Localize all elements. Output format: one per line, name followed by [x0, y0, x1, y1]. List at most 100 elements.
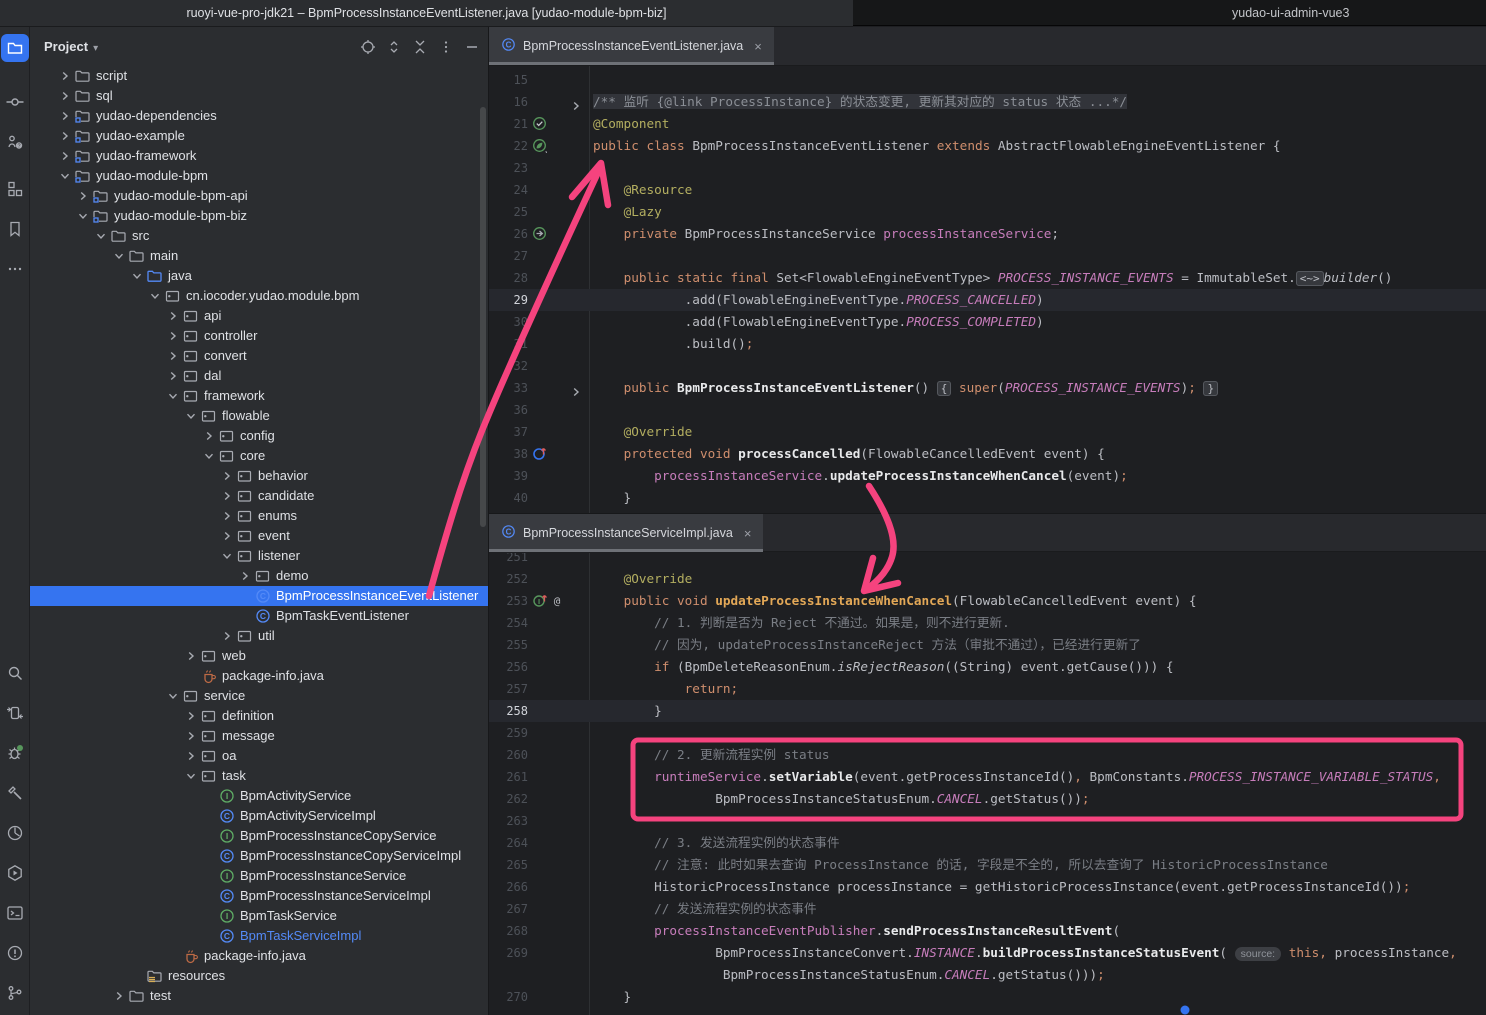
code-line-23[interactable]: 23 — [489, 157, 1486, 179]
code-line-259[interactable]: 259 — [489, 722, 1486, 744]
tree-item-bpmactivityserviceimpl[interactable]: CBpmActivityServiceImpl — [30, 806, 488, 826]
chevron-down-icon[interactable] — [110, 251, 128, 261]
chevron-right-icon[interactable] — [74, 191, 92, 201]
gutter-impl-at-icon[interactable]: I@ — [532, 593, 566, 608]
tree-item-bpmactivityservice[interactable]: IBpmActivityService — [30, 786, 488, 806]
gutter-ovr-icon[interactable] — [532, 446, 547, 461]
gutter-sp-bean-icon[interactable] — [532, 138, 547, 153]
chevron-down-icon[interactable] — [182, 411, 200, 421]
tree-item-service[interactable]: service — [30, 686, 488, 706]
chevron-right-icon[interactable] — [218, 511, 236, 521]
tree-item-yudao-module-bpm-biz[interactable]: yudao-module-bpm-biz — [30, 206, 488, 226]
chevron-right-icon[interactable] — [56, 91, 74, 101]
chevron-right-icon[interactable] — [236, 571, 254, 581]
tree-item-bpmtaskeventlistener[interactable]: CBpmTaskEventListener — [30, 606, 488, 626]
tree-item-yudao-module-bpm-api[interactable]: yudao-module-bpm-api — [30, 186, 488, 206]
tree-item-oa[interactable]: oa — [30, 746, 488, 766]
tree-item-api[interactable]: api — [30, 306, 488, 326]
code-line-263[interactable]: 263 — [489, 810, 1486, 832]
code-line-29[interactable]: 29 .add(FlowableEngineEventType.PROCESS_… — [489, 289, 1486, 311]
chevron-right-icon[interactable] — [164, 331, 182, 341]
more-tools-icon[interactable] — [1, 255, 29, 283]
bottom-editor[interactable]: 251252 @Override253I@ public void update… — [489, 553, 1486, 1015]
chevron-right-icon[interactable] — [218, 531, 236, 541]
chevron-right-icon[interactable] — [56, 131, 74, 141]
locate-file-icon[interactable] — [360, 39, 376, 55]
tree-item-util[interactable]: util — [30, 626, 488, 646]
code-line-255[interactable]: 255 // 因为, updateProcessInstanceReject 方… — [489, 634, 1486, 656]
code-line-36[interactable]: 36 — [489, 399, 1486, 421]
tree-item-script[interactable]: script — [30, 66, 488, 86]
code-line-260[interactable]: 260 // 2. 更新流程实例 status — [489, 744, 1486, 766]
tree-item-bpmprocessinstanceserviceimpl[interactable]: CBpmProcessInstanceServiceImpl — [30, 886, 488, 906]
commit-icon[interactable] — [1, 88, 29, 116]
code-line-16[interactable]: 16/** 监听 {@link ProcessInstance} 的状态变更, … — [489, 91, 1486, 113]
tree-item-dal[interactable]: dal — [30, 366, 488, 386]
tree-item-cn-iocoder-yudao-module-bpm[interactable]: cn.iocoder.yudao.module.bpm — [30, 286, 488, 306]
tree-item-bpmtaskserviceimpl[interactable]: CBpmTaskServiceImpl — [30, 926, 488, 946]
tree-item-bpmprocessinstancecopyservice[interactable]: IBpmProcessInstanceCopyService — [30, 826, 488, 846]
chevron-right-icon[interactable] — [164, 371, 182, 381]
code-line-270[interactable]: 270 } — [489, 986, 1486, 1008]
tab-bpmprocessinstanceeventlistener[interactable]: C BpmProcessInstanceEventListener.java × — [489, 27, 774, 65]
chevron-right-icon[interactable] — [218, 491, 236, 501]
window-titlebar[interactable]: ruoyi-vue-pro-jdk21 – BpmProcessInstance… — [0, 0, 853, 27]
gutter-sp-check-icon[interactable] — [532, 116, 547, 131]
chevron-right-icon[interactable] — [164, 351, 182, 361]
close-icon[interactable]: × — [754, 39, 762, 54]
chevron-right-icon[interactable] — [110, 991, 128, 1001]
close-icon[interactable]: × — [744, 526, 752, 541]
chevron-down-icon[interactable] — [200, 451, 218, 461]
background-window-titlebar[interactable]: yudao-ui-admin-vue3 — [853, 0, 1486, 26]
code-line-22[interactable]: 22public class BpmProcessInstanceEventLi… — [489, 135, 1486, 157]
code-line-32[interactable]: 32 — [489, 355, 1486, 377]
run-icon[interactable] — [1, 699, 29, 727]
tree-item-demo[interactable]: demo — [30, 566, 488, 586]
code-line-251[interactable]: 251 — [489, 553, 1486, 568]
collapse-all-icon[interactable] — [412, 39, 428, 55]
code-line-262[interactable]: 262 BpmProcessInstanceStatusEnum.CANCEL.… — [489, 788, 1486, 810]
tree-item-yudao-framework[interactable]: yudao-framework — [30, 146, 488, 166]
chevron-right-icon[interactable] — [218, 471, 236, 481]
chevron-right-icon[interactable] — [56, 151, 74, 161]
code-line-256[interactable]: 256 if (BpmDeleteReasonEnum.isRejectReas… — [489, 656, 1486, 678]
tree-item-resources[interactable]: resources — [30, 966, 488, 986]
tree-item-enums[interactable]: enums — [30, 506, 488, 526]
version-control-icon[interactable] — [1, 979, 29, 1007]
problems-icon[interactable] — [1, 939, 29, 967]
tree-item-listener[interactable]: listener — [30, 546, 488, 566]
tree-item-flowable[interactable]: flowable — [30, 406, 488, 426]
tree-item-java[interactable]: java — [30, 266, 488, 286]
code-line-258[interactable]: 258 } — [489, 700, 1486, 722]
code-line-21[interactable]: 21@Component — [489, 113, 1486, 135]
chevron-down-icon[interactable] — [56, 171, 74, 181]
code-line-252[interactable]: 252 @Override — [489, 568, 1486, 590]
chevron-down-icon[interactable] — [74, 211, 92, 221]
code-line-28[interactable]: 28 public static final Set<FlowableEngin… — [489, 267, 1486, 289]
code-line-261[interactable]: 261 runtimeService.setVariable(event.get… — [489, 766, 1486, 788]
chevron-right-icon[interactable] — [218, 631, 236, 641]
chevron-down-icon[interactable] — [164, 391, 182, 401]
tree-item-behavior[interactable]: behavior — [30, 466, 488, 486]
tree-item-config[interactable]: config — [30, 426, 488, 446]
tree-item-candidate[interactable]: candidate — [30, 486, 488, 506]
tree-item-bpmtaskservice[interactable]: IBpmTaskService — [30, 906, 488, 926]
tree-item-yudao-example[interactable]: yudao-example — [30, 126, 488, 146]
profiler-icon[interactable] — [1, 819, 29, 847]
more-options-icon[interactable] — [438, 39, 454, 55]
chevron-right-icon[interactable] — [182, 711, 200, 721]
tree-item-package-info-java[interactable]: package-info.java — [30, 946, 488, 966]
chevron-down-icon[interactable] — [182, 771, 200, 781]
tree-item-web[interactable]: web — [30, 646, 488, 666]
gutter-sp-wire-icon[interactable] — [532, 226, 547, 241]
chevron-right-icon[interactable] — [56, 71, 74, 81]
tree-item-event[interactable]: event — [30, 526, 488, 546]
chevron-down-icon[interactable] — [218, 551, 236, 561]
structure-icon[interactable] — [1, 175, 29, 203]
tab-bpmprocessinstanceserviceimpl[interactable]: C BpmProcessInstanceServiceImpl.java × — [489, 514, 763, 552]
hide-panel-icon[interactable] — [464, 39, 480, 55]
pull-requests-icon[interactable]: ? — [1, 128, 29, 156]
terminal-icon[interactable] — [1, 899, 29, 927]
code-line-31[interactable]: 31 .build(); — [489, 333, 1486, 355]
code-line-264[interactable]: 264 // 3. 发送流程实例的状态事件 — [489, 832, 1486, 854]
